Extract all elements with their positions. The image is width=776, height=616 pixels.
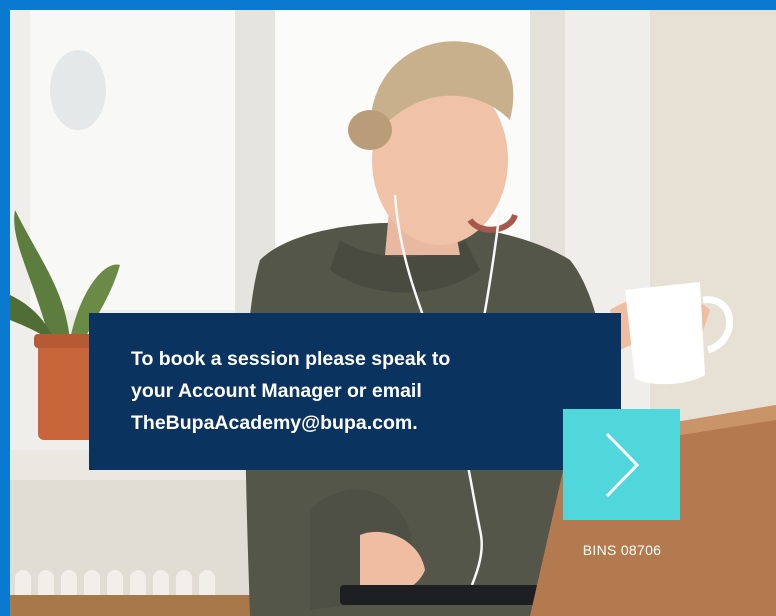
booking-message-line-1: To book a session please speak to xyxy=(131,348,451,370)
booking-message-line-2: your Account Manager or email xyxy=(131,380,422,402)
booking-callout: To book a session please speak to your A… xyxy=(89,313,621,470)
reference-code: BINS 08706 xyxy=(582,542,662,558)
booking-message-line-3[interactable]: TheBupaAcademy@bupa.com. xyxy=(131,407,601,439)
chevron-right-icon xyxy=(605,432,639,497)
next-button[interactable] xyxy=(563,409,680,520)
booking-message: To book a session please speak to your A… xyxy=(131,343,601,439)
promo-page: To book a session please speak to your A… xyxy=(0,0,776,616)
